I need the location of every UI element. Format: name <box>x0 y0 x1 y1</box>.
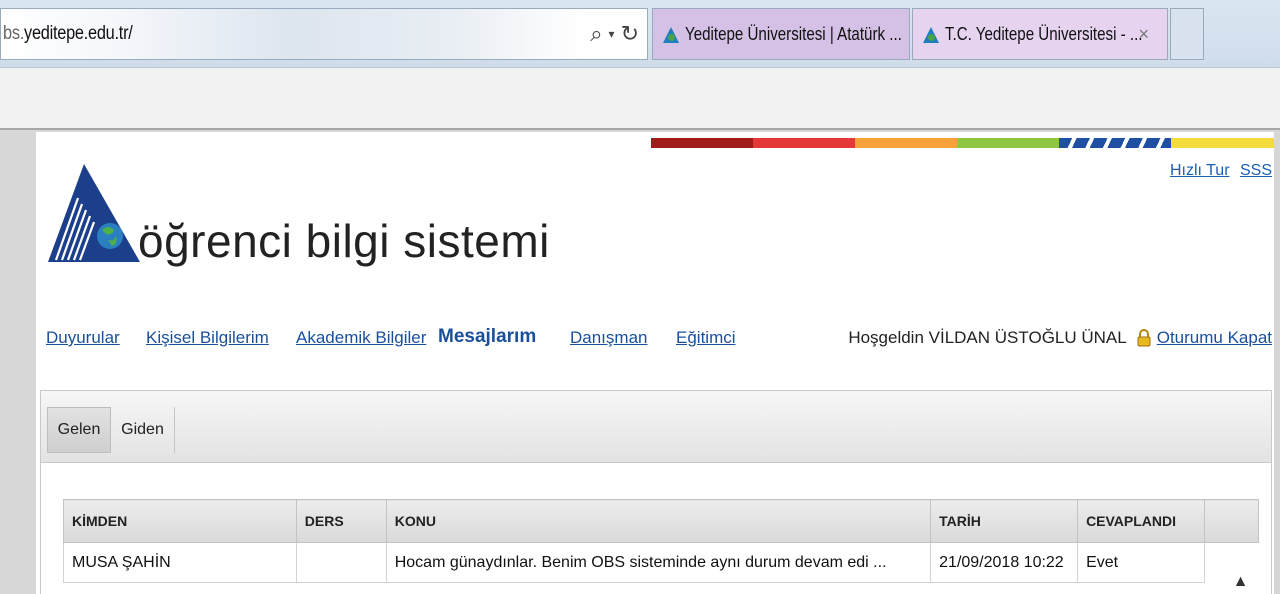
cell-replied: Evet <box>1077 542 1206 583</box>
cell-date: 21/09/2018 10:22 <box>930 542 1079 583</box>
welcome-area: Hoşgeldin VİLDAN ÜSTOĞLU ÜNAL Oturumu Ka… <box>848 328 1272 348</box>
browser-command-bar <box>0 68 1280 130</box>
tab-title: T.C. Yeditepe Üniversitesi - ... <box>945 23 1143 44</box>
browser-toolbar: bs.yeditepe.edu.tr/ ⌕ ▾ ↻ Yeditepe Ünive… <box>0 0 1280 68</box>
messages-table: KİMDEN DERS KONU TARİH CEVAPLANDI MUSA Ş… <box>63 499 1259 590</box>
tab-sent[interactable]: Giden <box>111 407 175 453</box>
column-header-replied[interactable]: CEVAPLANDI <box>1077 499 1206 543</box>
nav-item-academic-info[interactable]: Akademik Bilgiler <box>296 328 426 348</box>
cell-from: MUSA ŞAHİN <box>63 542 297 583</box>
message-tabs: Gelen Giden <box>41 391 1271 463</box>
top-links: Hızlı Tur SSS <box>1164 162 1272 180</box>
color-strip-segment <box>753 138 855 148</box>
color-strip-segment <box>855 138 957 148</box>
cell-subject[interactable]: Hocam günaydınlar. Benim OBS sisteminde … <box>385 542 932 583</box>
column-header-from[interactable]: KİMDEN <box>63 499 297 543</box>
close-icon[interactable]: × <box>1138 24 1149 45</box>
nav-item-personal-info[interactable]: Kişisel Bilgilerim <box>146 328 269 348</box>
new-tab-button[interactable] <box>1170 8 1204 60</box>
table-header-row: KİMDEN DERS KONU TARİH CEVAPLANDI <box>63 499 1259 543</box>
nav-item-advisor[interactable]: Danışman <box>570 328 647 348</box>
site-favicon-icon <box>663 27 679 43</box>
logo-title: öğrenci bilgi sistemi <box>138 215 550 267</box>
nav-item-messages[interactable]: Mesajlarım <box>438 326 536 348</box>
column-header-date[interactable]: TARİH <box>930 499 1079 543</box>
color-strip-segment <box>1059 138 1171 148</box>
scroll-up-icon[interactable]: ▲ <box>1233 573 1249 591</box>
site-favicon-icon <box>923 27 939 43</box>
nav-item-announcements[interactable]: Duyurular <box>46 328 120 348</box>
scrollbar-track[interactable]: ▲ <box>1204 542 1259 590</box>
dropdown-arrow-icon[interactable]: ▾ <box>609 27 615 41</box>
browser-tab-1[interactable]: Yeditepe Üniversitesi | Atatürk ... <box>652 8 910 60</box>
obs-page: Hızlı Tur SSS öğrenci bilgi sistemi Duyu… <box>36 132 1274 594</box>
table-row[interactable]: MUSA ŞAHİN Hocam günaydınlar. Benim OBS … <box>63 542 1259 590</box>
faq-link[interactable]: SSS <box>1240 162 1272 179</box>
refresh-icon[interactable]: ↻ <box>621 21 639 47</box>
search-icon[interactable]: ⌕ <box>590 21 602 47</box>
column-header-course[interactable]: DERS <box>295 499 387 543</box>
address-bar[interactable]: bs.yeditepe.edu.tr/ ⌕ ▾ ↻ <box>0 8 648 60</box>
tab-title: Yeditepe Üniversitesi | Atatürk ... <box>685 23 902 44</box>
quick-tour-link[interactable]: Hızlı Tur <box>1170 162 1230 179</box>
logout-link[interactable]: Oturumu Kapat <box>1157 328 1272 348</box>
lock-icon <box>1137 329 1151 347</box>
welcome-text: Hoşgeldin VİLDAN ÜSTOĞLU ÜNAL <box>848 328 1127 347</box>
browser-tab-2[interactable]: T.C. Yeditepe Üniversitesi - ... × <box>912 8 1168 60</box>
scrollbar-header <box>1204 499 1259 543</box>
url-text[interactable]: bs.yeditepe.edu.tr/ <box>3 23 133 45</box>
column-header-subject[interactable]: KONU <box>385 499 932 543</box>
nav-item-instructor[interactable]: Eğitimci <box>676 328 736 348</box>
tab-inbox[interactable]: Gelen <box>47 407 111 453</box>
cell-course <box>295 542 387 583</box>
messages-panel: Gelen Giden KİMDEN DERS KONU TARİH CEVAP… <box>40 390 1272 594</box>
color-strip-segment <box>1171 138 1274 148</box>
color-strip-segment <box>651 138 753 148</box>
color-strip-segment <box>957 138 1059 148</box>
